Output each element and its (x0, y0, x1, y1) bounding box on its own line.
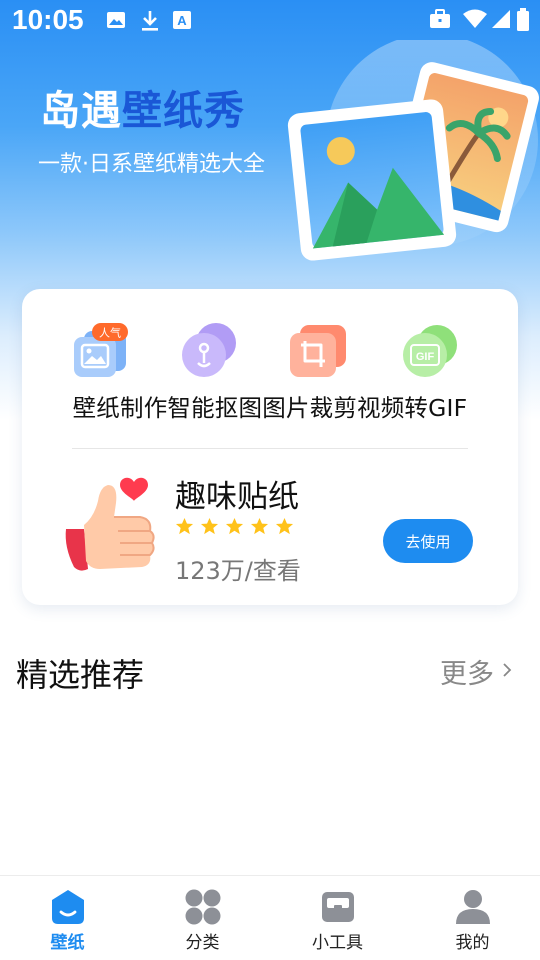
tool-label-smart-cutout[interactable]: 智能抠图 (167, 394, 262, 422)
category-tab-icon (185, 889, 221, 925)
bottom-tab-bar: 壁纸 分类 小工具 我的 (0, 875, 540, 960)
rating-stars (175, 517, 294, 536)
sticker-view-count: 123万/查看 (175, 557, 301, 585)
tab-category[interactable]: 分类 (135, 876, 270, 960)
section-title: 精选推荐 (16, 656, 145, 694)
popular-badge: 人气 (99, 326, 121, 340)
tab-wallpaper[interactable]: 壁纸 (0, 876, 135, 960)
svg-text:A: A (177, 13, 187, 28)
download-icon (142, 11, 158, 31)
status-time: 10:05 (12, 4, 84, 35)
wallpaper-make-icon[interactable]: 人气 (70, 323, 130, 379)
star-icon (200, 517, 219, 535)
app-title-part2: 壁纸秀 (122, 88, 245, 134)
app-title-part1: 岛遇 (40, 88, 122, 134)
tools-card: 人气 GIF 壁纸制作智能抠图图片裁剪视频转GIF 趣味贴纸 123万/查看 去… (22, 289, 518, 605)
profile-tab-icon (456, 890, 490, 924)
tab-label-tools: 小工具 (312, 933, 363, 953)
tool-label-wallpaper-make[interactable]: 壁纸制作 (73, 394, 168, 422)
tab-label-wallpaper: 壁纸 (50, 933, 85, 953)
use-button[interactable]: 去使用 (383, 519, 473, 563)
thumbs-up-icon (65, 477, 155, 571)
tool-labels: 壁纸制作智能抠图图片裁剪视频转GIF (22, 389, 518, 423)
wifi-icon (463, 9, 487, 28)
divider (72, 448, 468, 449)
more-label: 更多 (440, 659, 494, 690)
tab-tools[interactable]: 小工具 (270, 876, 405, 960)
tab-profile[interactable]: 我的 (405, 876, 540, 960)
sticker-title: 趣味贴纸 (175, 479, 299, 515)
font-icon: A (173, 11, 191, 29)
gif-icon[interactable]: GIF (399, 323, 459, 379)
signal-icon (492, 10, 510, 28)
briefcase-icon (430, 9, 450, 28)
tools-tab-icon (322, 892, 354, 922)
image-icon (107, 12, 125, 28)
app-subtitle: 一款·日系壁纸精选大全 (38, 152, 265, 177)
star-icon (225, 517, 244, 535)
chevron-right-icon (503, 662, 512, 677)
more-link[interactable]: 更多 (440, 652, 512, 691)
tab-label-category: 分类 (185, 933, 220, 953)
app-title: 岛遇壁纸秀 (40, 78, 245, 136)
star-icon (275, 517, 294, 535)
gif-icon-text: GIF (416, 351, 435, 363)
status-bar: 10:05 A (0, 0, 540, 44)
smart-cutout-icon[interactable] (178, 323, 238, 379)
tab-label-profile: 我的 (455, 933, 490, 953)
tool-label-crop[interactable]: 图片裁剪 (262, 394, 357, 422)
wallpaper-tab-icon (52, 890, 84, 924)
tool-label-video-gif[interactable]: 视频转GIF (357, 394, 467, 422)
star-icon (175, 517, 194, 535)
battery-icon (517, 8, 529, 31)
crop-icon[interactable] (288, 323, 348, 379)
photo-illustration-icon (287, 40, 539, 261)
star-icon (250, 517, 269, 535)
